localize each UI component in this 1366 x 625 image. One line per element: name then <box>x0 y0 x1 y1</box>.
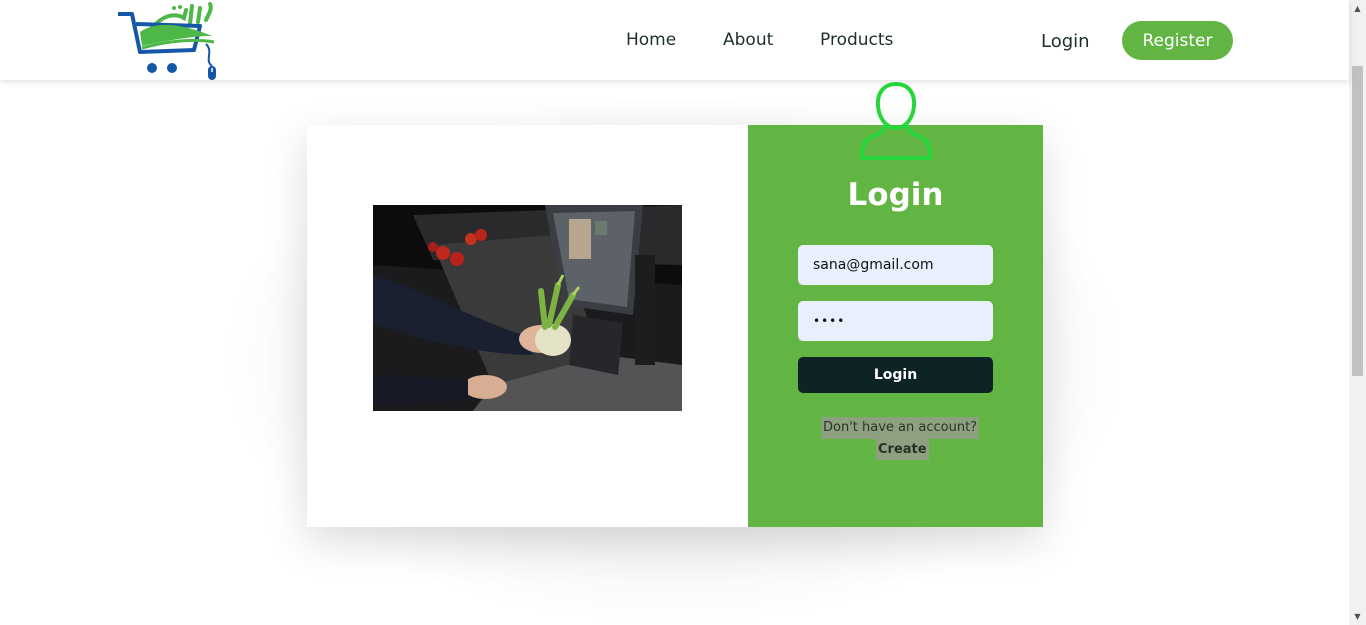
nav-home[interactable]: Home <box>626 30 676 50</box>
nav-products[interactable]: Products <box>820 30 893 50</box>
email-field[interactable]: sana@gmail.com <box>798 245 993 285</box>
top-navbar: Home About Products Login Register <box>0 0 1349 80</box>
register-button[interactable]: Register <box>1122 21 1233 60</box>
login-card: Login sana@gmail.com •••• Login Don't ha… <box>307 125 1043 527</box>
user-icon <box>859 80 933 164</box>
checkout-photo <box>373 205 682 411</box>
vertical-scrollbar[interactable]: ▲ ▼ <box>1349 0 1366 625</box>
scroll-thumb[interactable] <box>1352 66 1363 376</box>
nav-about[interactable]: About <box>723 30 773 50</box>
login-button[interactable]: Login <box>798 357 993 393</box>
login-title: Login <box>847 177 944 213</box>
password-field[interactable]: •••• <box>798 301 993 341</box>
scroll-down-arrow-icon[interactable]: ▼ <box>1349 608 1366 625</box>
image-panel <box>307 125 748 527</box>
create-account-link[interactable]: Create <box>876 439 929 460</box>
signup-question: Don't have an account? <box>821 417 980 439</box>
nav-login[interactable]: Login <box>1041 31 1090 52</box>
scroll-up-arrow-icon[interactable]: ▲ <box>1349 0 1366 17</box>
site-logo[interactable] <box>114 2 224 84</box>
